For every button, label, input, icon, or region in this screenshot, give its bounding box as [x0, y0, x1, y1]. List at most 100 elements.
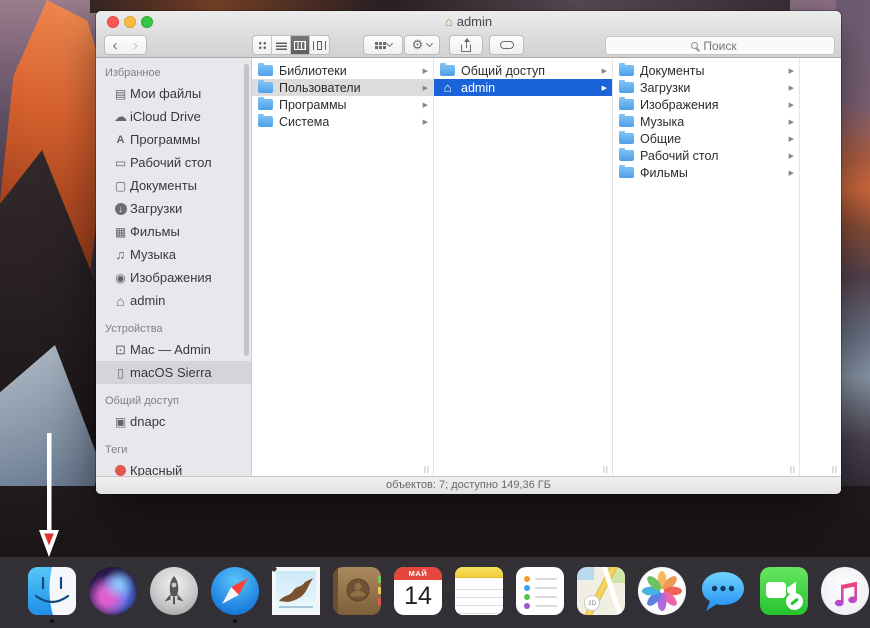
action-menu-button[interactable]: [404, 35, 440, 55]
sidebar-item-macos-sierra[interactable]: macOS Sierra: [96, 361, 251, 384]
music-note-icon: [821, 567, 869, 615]
tag-icon: [500, 41, 514, 49]
column-4-empty: [800, 58, 841, 476]
file-row-shared[interactable]: Общий доступ: [434, 62, 612, 79]
tags-button[interactable]: [489, 35, 524, 55]
disk-icon: [111, 367, 130, 379]
dock-icon-safari[interactable]: [211, 567, 259, 615]
file-row-documents[interactable]: Документы: [613, 62, 799, 79]
dock-icon-mail[interactable]: [272, 567, 320, 615]
back-button[interactable]: ‹: [104, 35, 126, 55]
desktop-icon: [111, 157, 130, 169]
dock-icon-itunes[interactable]: [821, 567, 869, 615]
window-title: ⌂admin: [96, 11, 841, 32]
title-bar[interactable]: ⌂admin: [96, 11, 841, 32]
arrange-button[interactable]: [363, 35, 403, 55]
disclosure-arrow-icon: [789, 67, 794, 75]
file-row-users[interactable]: Пользователи: [252, 79, 433, 96]
speech-bubble-icon: [699, 567, 747, 615]
coverflow-view-icon: [313, 41, 326, 50]
dock-icon-contacts[interactable]: [333, 567, 381, 615]
file-row-applications[interactable]: Программы: [252, 96, 433, 113]
folder-icon: [619, 133, 634, 144]
column-resize-handle[interactable]: [603, 465, 609, 474]
folder-icon: [619, 150, 634, 161]
icon-view-button[interactable]: [253, 36, 272, 54]
running-indicator: [233, 619, 237, 623]
forward-button[interactable]: ›: [125, 35, 147, 55]
file-row-music[interactable]: Музыка: [613, 113, 799, 130]
column-resize-handle[interactable]: [790, 465, 796, 474]
sidebar-item-documents[interactable]: Документы: [96, 174, 251, 197]
folder-icon: [258, 65, 273, 76]
sidebar-item-icloud-drive[interactable]: iCloud Drive: [96, 105, 251, 128]
maps-water: [577, 567, 594, 580]
sidebar-item-pictures[interactable]: Изображения: [96, 266, 251, 289]
column-resize-handle[interactable]: [424, 465, 430, 474]
dock-icon-launchpad[interactable]: [150, 567, 198, 615]
video-camera-icon: [760, 567, 808, 615]
icloud-icon: [111, 110, 130, 123]
column-2: Общий доступ admin: [434, 58, 613, 476]
sidebar-item-admin[interactable]: admin: [96, 289, 251, 312]
file-row-movies[interactable]: Фильмы: [613, 164, 799, 181]
dock-icon-photos[interactable]: [638, 567, 686, 615]
network-computer-icon: [111, 416, 130, 428]
dock-icon-siri[interactable]: [89, 567, 137, 615]
folder-icon: [258, 116, 273, 127]
applications-icon: [111, 133, 130, 146]
reminder-dot-orange: [524, 576, 530, 582]
folder-icon: [440, 65, 455, 76]
sidebar-item-music[interactable]: Музыка: [96, 243, 251, 266]
dock-icon-facetime[interactable]: [760, 567, 808, 615]
dock-icon-messages[interactable]: [699, 567, 747, 615]
calendar-day: 14: [394, 580, 442, 615]
dock-icon-finder[interactable]: [28, 567, 76, 615]
sidebar-section-devices: Устройства: [96, 320, 251, 338]
list-view-button[interactable]: [272, 36, 291, 54]
sidebar-item-desktop[interactable]: Рабочий стол: [96, 151, 251, 174]
folder-icon: [619, 82, 634, 93]
coverflow-view-button[interactable]: [310, 36, 329, 54]
home-icon: [440, 81, 455, 94]
sidebar-scrollbar[interactable]: [244, 64, 249, 356]
file-row-libraries[interactable]: Библиотеки: [252, 62, 433, 79]
disclosure-arrow-icon: [789, 118, 794, 126]
sidebar-item-my-files[interactable]: Мои файлы: [96, 82, 251, 105]
sidebar-item-applications[interactable]: Программы: [96, 128, 251, 151]
status-bar: объектов: 7; доступно 149,36 ГБ: [96, 476, 841, 494]
folder-icon: [619, 99, 634, 110]
file-row-downloads[interactable]: Загрузки: [613, 79, 799, 96]
sidebar-item-tag-red[interactable]: Красный: [96, 459, 251, 476]
file-row-public[interactable]: Общие: [613, 130, 799, 147]
share-button[interactable]: [449, 35, 483, 55]
disclosure-arrow-icon: [789, 101, 794, 109]
dock-icon-reminders[interactable]: [516, 567, 564, 615]
contacts-tab-yellow: [378, 587, 381, 594]
notes-yellow-strip: [455, 567, 503, 578]
dock-icon-notes[interactable]: [455, 567, 503, 615]
reminder-dot-blue: [524, 585, 530, 591]
file-row-desktop[interactable]: Рабочий стол: [613, 147, 799, 164]
file-row-system[interactable]: Система: [252, 113, 433, 130]
sidebar-item-movies[interactable]: Фильмы: [96, 220, 251, 243]
sidebar-item-dnapc[interactable]: dnapc: [96, 410, 251, 433]
file-row-admin[interactable]: admin: [434, 79, 612, 96]
display-icon: [111, 343, 130, 356]
sidebar-item-downloads[interactable]: Загрузки: [96, 197, 251, 220]
sidebar-section-tags: Теги: [96, 441, 251, 459]
disclosure-arrow-icon: [789, 84, 794, 92]
dock-icon-maps[interactable]: 3D: [577, 567, 625, 615]
column-resize-handle[interactable]: [832, 465, 838, 474]
search-field[interactable]: [605, 36, 835, 55]
column-view-button[interactable]: [291, 36, 310, 54]
red-tag-dot: [111, 465, 130, 476]
home-icon: [111, 294, 130, 308]
column-view: Библиотеки Пользователи Программы Систем…: [252, 58, 841, 476]
search-input[interactable]: [606, 37, 834, 54]
dock-icon-calendar[interactable]: МАЙ 14: [394, 567, 442, 615]
toolbar: ‹ ›: [96, 32, 841, 58]
disclosure-arrow-icon: [789, 169, 794, 177]
file-row-pictures[interactable]: Изображения: [613, 96, 799, 113]
sidebar-item-mac-admin[interactable]: Mac — Admin: [96, 338, 251, 361]
